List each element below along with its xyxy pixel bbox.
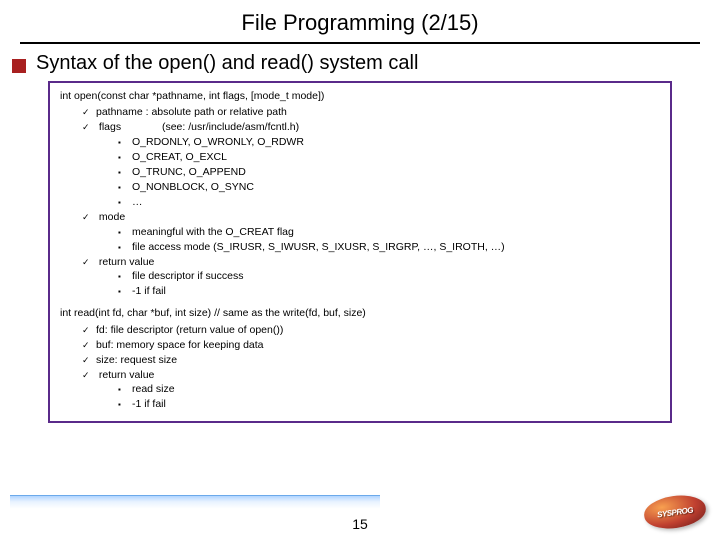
open-return-values: file descriptor if success -1 if fail [118, 269, 660, 298]
bullet-square-icon [12, 59, 26, 73]
open-ret-1: file descriptor if success [118, 269, 660, 283]
read-return-values: read size -1 if fail [118, 382, 660, 411]
read-signature: int read(int fd, char *buf, int size) //… [60, 306, 660, 320]
open-ret-2: -1 if fail [118, 284, 660, 298]
open-flags-note: (see: /usr/include/asm/fcntl.h) [162, 121, 299, 133]
open-pathname: pathname : absolute path or relative pat… [82, 105, 660, 119]
title-separator [20, 42, 700, 44]
flag-line-2: O_CREAT, O_EXCL [118, 150, 660, 164]
read-ret-1: read size [118, 382, 660, 396]
read-params-list: fd: file descriptor (return value of ope… [82, 323, 660, 412]
read-size: size: request size [82, 353, 660, 367]
footer-gradient-bar [10, 495, 380, 510]
syntax-box: int open(const char *pathname, int flags… [48, 81, 672, 423]
flag-line-3: O_TRUNC, O_APPEND [118, 165, 660, 179]
read-fd: fd: file descriptor (return value of ope… [82, 323, 660, 337]
flag-line-5: … [118, 195, 660, 209]
open-params-list: pathname : absolute path or relative pat… [82, 105, 660, 298]
open-mode-values: meaningful with the O_CREAT flag file ac… [118, 225, 660, 254]
open-flags-values: O_RDONLY, O_WRONLY, O_RDWR O_CREAT, O_EX… [118, 135, 660, 210]
mode-line-1: meaningful with the O_CREAT flag [118, 225, 660, 239]
main-bullet-text: Syntax of the open() and read() system c… [36, 52, 418, 75]
main-bullet-row: Syntax of the open() and read() system c… [12, 52, 720, 75]
open-flags-label: flags [99, 121, 121, 133]
slide: File Programming (2/15) Syntax of the op… [0, 0, 720, 540]
flag-line-1: O_RDONLY, O_WRONLY, O_RDWR [118, 135, 660, 149]
read-ret-2: -1 if fail [118, 397, 660, 411]
page-number: 15 [0, 516, 720, 532]
open-signature: int open(const char *pathname, int flags… [60, 89, 660, 103]
slide-title: File Programming (2/15) [0, 0, 720, 42]
logo-text: SYSPROG [657, 505, 694, 519]
flag-line-4: O_NONBLOCK, O_SYNC [118, 180, 660, 194]
open-return-label: return value [99, 256, 154, 268]
read-buf: buf: memory space for keeping data [82, 338, 660, 352]
open-return: return value file descriptor if success … [82, 255, 660, 299]
read-return: return value read size -1 if fail [82, 368, 660, 412]
open-flags: flags (see: /usr/include/asm/fcntl.h) O_… [82, 120, 660, 209]
read-return-label: return value [99, 369, 154, 381]
mode-line-2: file access mode (S_IRUSR, S_IWUSR, S_IX… [118, 240, 660, 254]
open-mode-label: mode [99, 211, 125, 223]
open-mode: mode meaningful with the O_CREAT flag fi… [82, 210, 660, 254]
